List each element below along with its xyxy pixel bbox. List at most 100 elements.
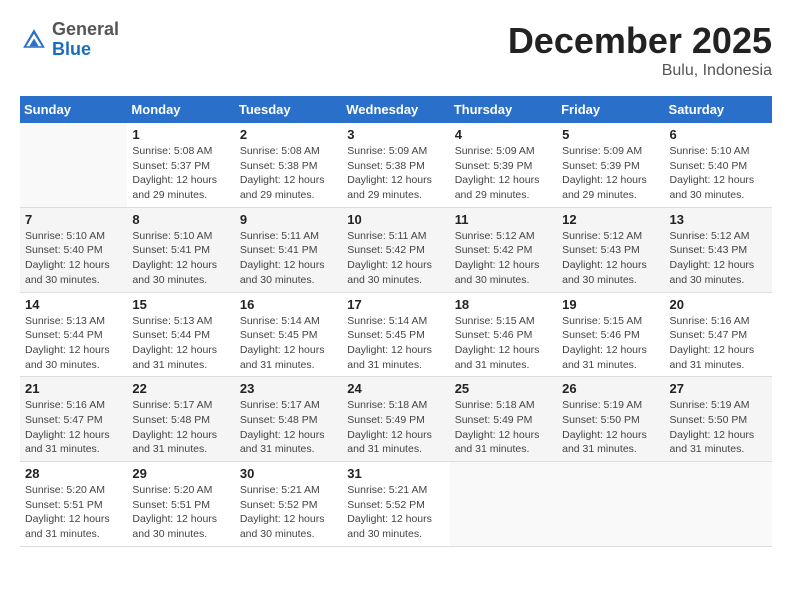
calendar-cell (20, 123, 127, 207)
day-number: 24 (347, 381, 444, 396)
logo-general-text: General (52, 19, 119, 39)
day-number: 26 (562, 381, 659, 396)
calendar-cell: 18 Sunrise: 5:15 AM Sunset: 5:46 PM Dayli… (450, 292, 557, 377)
day-header-sunday: Sunday (20, 96, 127, 123)
calendar-cell: 5Sunrise: 5:09 AM Sunset: 5:39 PM Daylig… (557, 123, 664, 207)
calendar-cell: 24Sunrise: 5:18 AM Sunset: 5:49 PM Dayli… (342, 377, 449, 462)
day-info: Sunrise: 5:13 AM Sunset: 5:44 PM Dayligh… (25, 314, 122, 373)
day-number: 14 (25, 297, 122, 312)
calendar-cell: 8 Sunrise: 5:10 AM Sunset: 5:41 PM Daylig… (127, 207, 234, 292)
day-info: Sunrise: 5:10 AM Sunset: 5:40 PM Dayligh… (25, 229, 122, 288)
day-info: Sunrise: 5:16 AM Sunset: 5:47 PM Dayligh… (25, 398, 122, 457)
day-number: 2 (240, 127, 337, 142)
day-info: Sunrise: 5:08 AM Sunset: 5:37 PM Dayligh… (132, 144, 229, 203)
calendar-cell: 26 Sunrise: 5:19 AM Sunset: 5:50 PM Dayli… (557, 377, 664, 462)
day-number: 25 (455, 381, 552, 396)
day-number: 29 (132, 466, 229, 481)
calendar-cell: 14 Sunrise: 5:13 AM Sunset: 5:44 PM Dayli… (20, 292, 127, 377)
calendar-week-row: 7Sunrise: 5:10 AM Sunset: 5:40 PM Daylig… (20, 207, 772, 292)
day-number: 16 (240, 297, 337, 312)
day-number: 18 (455, 297, 552, 312)
day-number: 4 (455, 127, 552, 142)
day-info: Sunrise: 5:12 AM Sunset: 5:43 PM Dayligh… (670, 229, 767, 288)
day-number: 1 (132, 127, 229, 142)
calendar-cell (557, 462, 664, 547)
calendar-cell: 31 Sunrise: 5:21 AM Sunset: 5:52 PM Dayli… (342, 462, 449, 547)
calendar-cell: 29 Sunrise: 5:20 AM Sunset: 5:51 PM Dayli… (127, 462, 234, 547)
calendar-cell: 28 Sunrise: 5:20 AM Sunset: 5:51 PM Dayli… (20, 462, 127, 547)
day-info: Sunrise: 5:10 AM Sunset: 5:41 PM Dayligh… (132, 229, 229, 288)
calendar-cell: 10 Sunrise: 5:11 AM Sunset: 5:42 PM Dayli… (342, 207, 449, 292)
day-number: 30 (240, 466, 337, 481)
logo: General Blue (20, 20, 119, 60)
day-info: Sunrise: 5:21 AM Sunset: 5:52 PM Dayligh… (240, 483, 337, 542)
day-number: 22 (132, 381, 229, 396)
day-info: Sunrise: 5:14 AM Sunset: 5:45 PM Dayligh… (347, 314, 444, 373)
day-info: Sunrise: 5:16 AM Sunset: 5:47 PM Dayligh… (670, 314, 767, 373)
location-text: Bulu, Indonesia (508, 62, 772, 80)
day-info: Sunrise: 5:19 AM Sunset: 5:50 PM Dayligh… (562, 398, 659, 457)
calendar-cell: 27 Sunrise: 5:19 AM Sunset: 5:50 PM Dayli… (665, 377, 772, 462)
calendar-header-row: SundayMondayTuesdayWednesdayThursdayFrid… (20, 96, 772, 123)
day-info: Sunrise: 5:09 AM Sunset: 5:39 PM Dayligh… (455, 144, 552, 203)
day-number: 23 (240, 381, 337, 396)
day-info: Sunrise: 5:21 AM Sunset: 5:52 PM Dayligh… (347, 483, 444, 542)
day-header-monday: Monday (127, 96, 234, 123)
day-header-saturday: Saturday (665, 96, 772, 123)
logo-icon (20, 26, 48, 54)
calendar-cell: 16Sunrise: 5:14 AM Sunset: 5:45 PM Dayli… (235, 292, 342, 377)
day-number: 5 (562, 127, 659, 142)
day-info: Sunrise: 5:12 AM Sunset: 5:42 PM Dayligh… (455, 229, 552, 288)
day-number: 27 (670, 381, 767, 396)
day-info: Sunrise: 5:09 AM Sunset: 5:38 PM Dayligh… (347, 144, 444, 203)
day-number: 15 (132, 297, 229, 312)
day-number: 3 (347, 127, 444, 142)
day-number: 31 (347, 466, 444, 481)
calendar-cell: 6 Sunrise: 5:10 AM Sunset: 5:40 PM Daylig… (665, 123, 772, 207)
day-info: Sunrise: 5:10 AM Sunset: 5:40 PM Dayligh… (670, 144, 767, 203)
day-info: Sunrise: 5:15 AM Sunset: 5:46 PM Dayligh… (455, 314, 552, 373)
calendar-cell: 30 Sunrise: 5:21 AM Sunset: 5:52 PM Dayli… (235, 462, 342, 547)
day-number: 28 (25, 466, 122, 481)
day-info: Sunrise: 5:17 AM Sunset: 5:48 PM Dayligh… (240, 398, 337, 457)
day-info: Sunrise: 5:15 AM Sunset: 5:46 PM Dayligh… (562, 314, 659, 373)
day-number: 10 (347, 212, 444, 227)
page-header: General Blue December 2025 Bulu, Indones… (20, 20, 772, 80)
calendar-cell (665, 462, 772, 547)
day-info: Sunrise: 5:11 AM Sunset: 5:42 PM Dayligh… (347, 229, 444, 288)
month-title: December 2025 (508, 20, 772, 62)
day-info: Sunrise: 5:20 AM Sunset: 5:51 PM Dayligh… (132, 483, 229, 542)
calendar-cell: 21Sunrise: 5:16 AM Sunset: 5:47 PM Dayli… (20, 377, 127, 462)
day-info: Sunrise: 5:13 AM Sunset: 5:44 PM Dayligh… (132, 314, 229, 373)
day-number: 13 (670, 212, 767, 227)
day-info: Sunrise: 5:08 AM Sunset: 5:38 PM Dayligh… (240, 144, 337, 203)
calendar-cell: 25 Sunrise: 5:18 AM Sunset: 5:49 PM Dayli… (450, 377, 557, 462)
day-info: Sunrise: 5:12 AM Sunset: 5:43 PM Dayligh… (562, 229, 659, 288)
calendar-week-row: 14 Sunrise: 5:13 AM Sunset: 5:44 PM Dayli… (20, 292, 772, 377)
title-block: December 2025 Bulu, Indonesia (508, 20, 772, 80)
calendar-week-row: 1 Sunrise: 5:08 AM Sunset: 5:37 PM Daylig… (20, 123, 772, 207)
day-header-friday: Friday (557, 96, 664, 123)
calendar-table: SundayMondayTuesdayWednesdayThursdayFrid… (20, 96, 772, 547)
calendar-cell: 3 Sunrise: 5:09 AM Sunset: 5:38 PM Daylig… (342, 123, 449, 207)
day-number: 17 (347, 297, 444, 312)
logo-blue-text: Blue (52, 39, 91, 59)
calendar-cell: 13 Sunrise: 5:12 AM Sunset: 5:43 PM Dayli… (665, 207, 772, 292)
day-number: 6 (670, 127, 767, 142)
calendar-week-row: 28 Sunrise: 5:20 AM Sunset: 5:51 PM Dayli… (20, 462, 772, 547)
day-info: Sunrise: 5:19 AM Sunset: 5:50 PM Dayligh… (670, 398, 767, 457)
calendar-cell: 15 Sunrise: 5:13 AM Sunset: 5:44 PM Dayli… (127, 292, 234, 377)
calendar-cell: 4 Sunrise: 5:09 AM Sunset: 5:39 PM Daylig… (450, 123, 557, 207)
calendar-cell (450, 462, 557, 547)
calendar-cell: 23 Sunrise: 5:17 AM Sunset: 5:48 PM Dayli… (235, 377, 342, 462)
day-number: 20 (670, 297, 767, 312)
calendar-cell: 1 Sunrise: 5:08 AM Sunset: 5:37 PM Daylig… (127, 123, 234, 207)
day-header-wednesday: Wednesday (342, 96, 449, 123)
day-number: 9 (240, 212, 337, 227)
day-info: Sunrise: 5:20 AM Sunset: 5:51 PM Dayligh… (25, 483, 122, 542)
day-number: 12 (562, 212, 659, 227)
day-number: 8 (132, 212, 229, 227)
calendar-cell: 2 Sunrise: 5:08 AM Sunset: 5:38 PM Daylig… (235, 123, 342, 207)
day-info: Sunrise: 5:17 AM Sunset: 5:48 PM Dayligh… (132, 398, 229, 457)
day-info: Sunrise: 5:18 AM Sunset: 5:49 PM Dayligh… (455, 398, 552, 457)
